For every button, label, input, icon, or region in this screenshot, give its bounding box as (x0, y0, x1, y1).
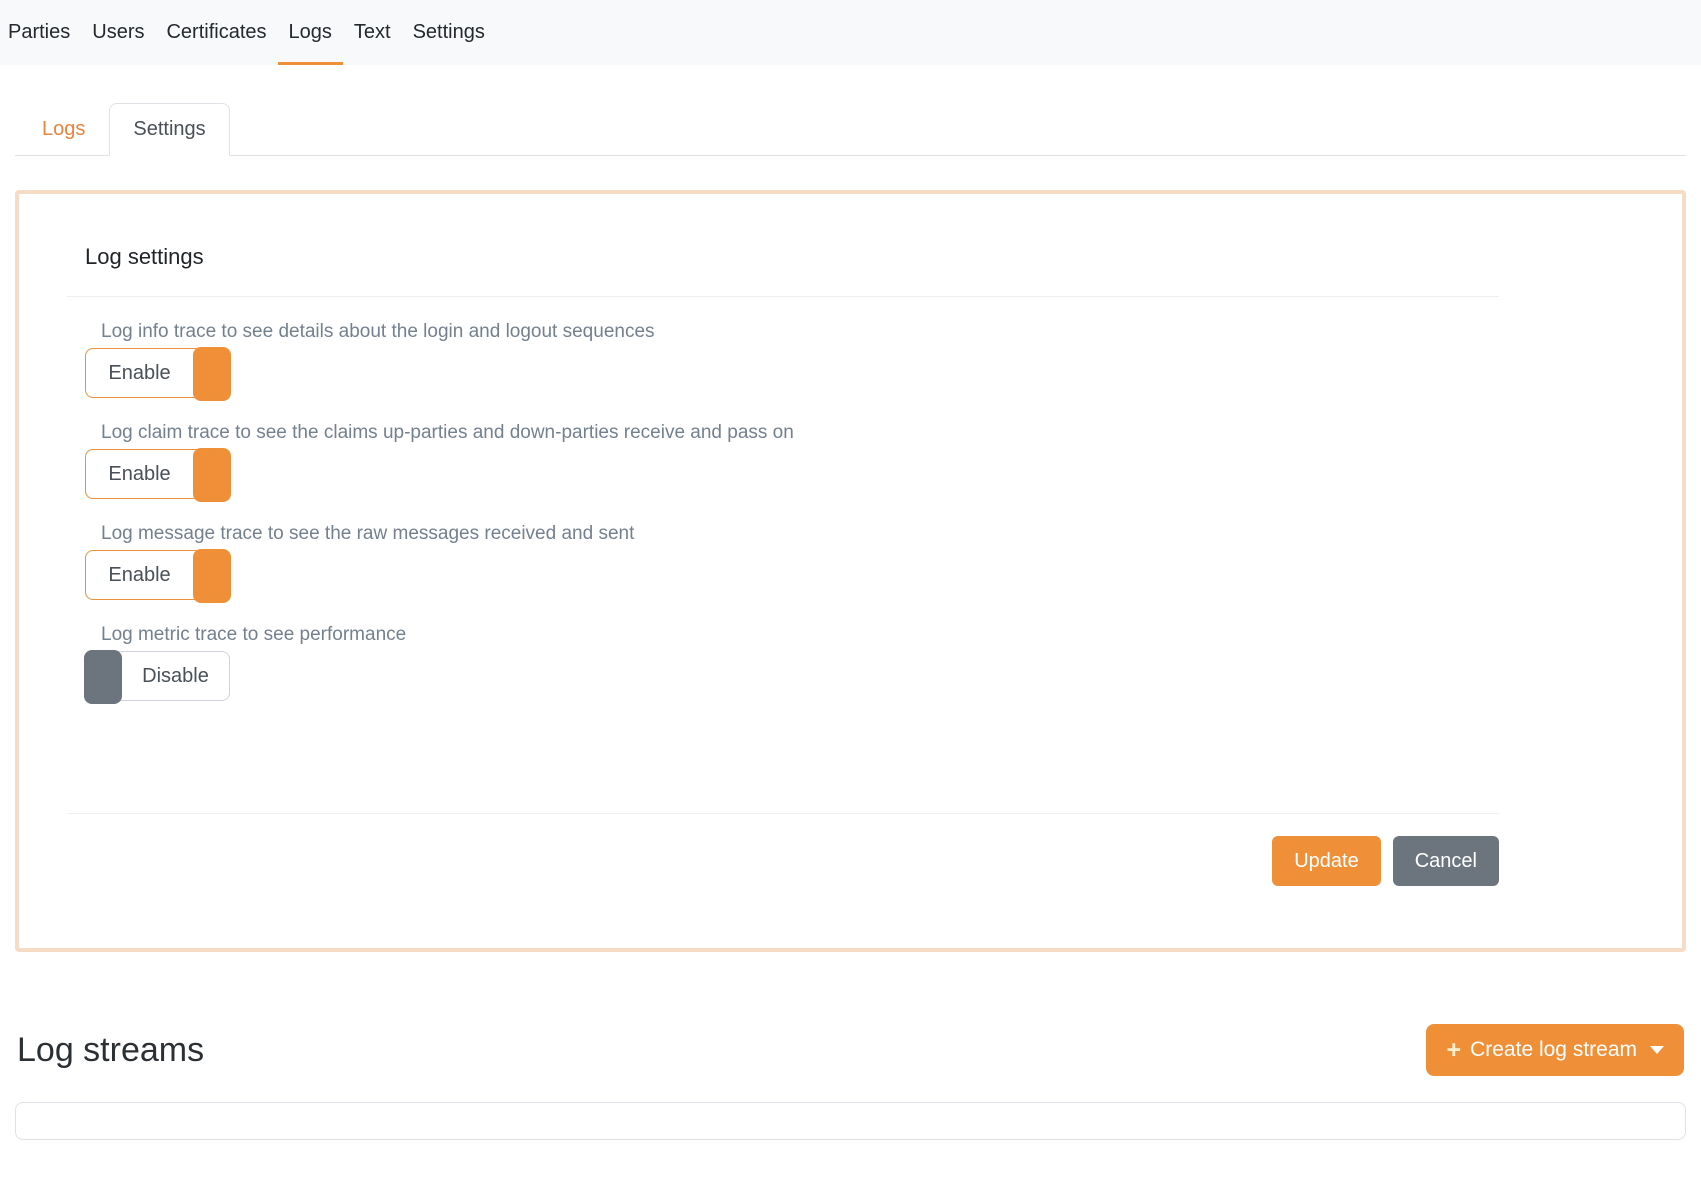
log-settings-panel: Log settings Log info trace to see detai… (15, 190, 1686, 952)
tab-bar: Logs Settings (15, 103, 1686, 156)
toggle-knob (193, 347, 231, 401)
nav-item-users[interactable]: Users (81, 0, 155, 65)
message-trace-toggle[interactable]: Enable (85, 550, 230, 600)
claim-trace-toggle[interactable]: Enable (85, 449, 230, 499)
log-streams-empty-panel (15, 1102, 1686, 1140)
create-log-stream-label: Create log stream (1470, 1038, 1637, 1062)
toggle-group-info-trace: Log info trace to see details about the … (85, 321, 1634, 398)
toggle-group-metric-trace: Log metric trace to see performance Disa… (85, 624, 1634, 701)
toggle-label: Log message trace to see the raw message… (101, 523, 1634, 544)
nav-item-logs[interactable]: Logs (278, 0, 343, 65)
cancel-button[interactable]: Cancel (1393, 836, 1499, 886)
page-content: Logs Settings Log settings Log info trac… (0, 103, 1701, 1140)
toggle-label: Log metric trace to see performance (101, 624, 1634, 645)
divider (67, 296, 1499, 297)
tab-logs[interactable]: Logs (18, 103, 109, 156)
nav-item-parties[interactable]: Parties (8, 0, 81, 65)
panel-title: Log settings (85, 244, 1634, 270)
info-trace-toggle[interactable]: Enable (85, 348, 230, 398)
toggle-label: Log claim trace to see the claims up-par… (101, 422, 1634, 443)
nav-item-text[interactable]: Text (343, 0, 402, 65)
divider (67, 813, 1499, 814)
caret-down-icon (1650, 1046, 1664, 1054)
toggle-knob (193, 549, 231, 603)
metric-trace-toggle[interactable]: Disable (85, 651, 230, 701)
plus-icon: + (1446, 1038, 1461, 1063)
update-button[interactable]: Update (1272, 836, 1381, 886)
toggle-knob (84, 650, 122, 704)
nav-item-certificates[interactable]: Certificates (155, 0, 277, 65)
main-navbar: Parties Users Certificates Logs Text Set… (0, 0, 1701, 65)
log-streams-header: Log streams + Create log stream (15, 1024, 1686, 1076)
toggle-group-message-trace: Log message trace to see the raw message… (85, 523, 1634, 600)
log-streams-title: Log streams (17, 1031, 204, 1070)
create-log-stream-button[interactable]: + Create log stream (1426, 1024, 1684, 1076)
form-actions: Update Cancel (67, 836, 1499, 886)
toggle-label: Log info trace to see details about the … (101, 321, 1634, 342)
toggle-knob (193, 448, 231, 502)
nav-item-settings[interactable]: Settings (402, 0, 496, 65)
tab-settings[interactable]: Settings (109, 103, 229, 156)
toggle-group-claim-trace: Log claim trace to see the claims up-par… (85, 422, 1634, 499)
